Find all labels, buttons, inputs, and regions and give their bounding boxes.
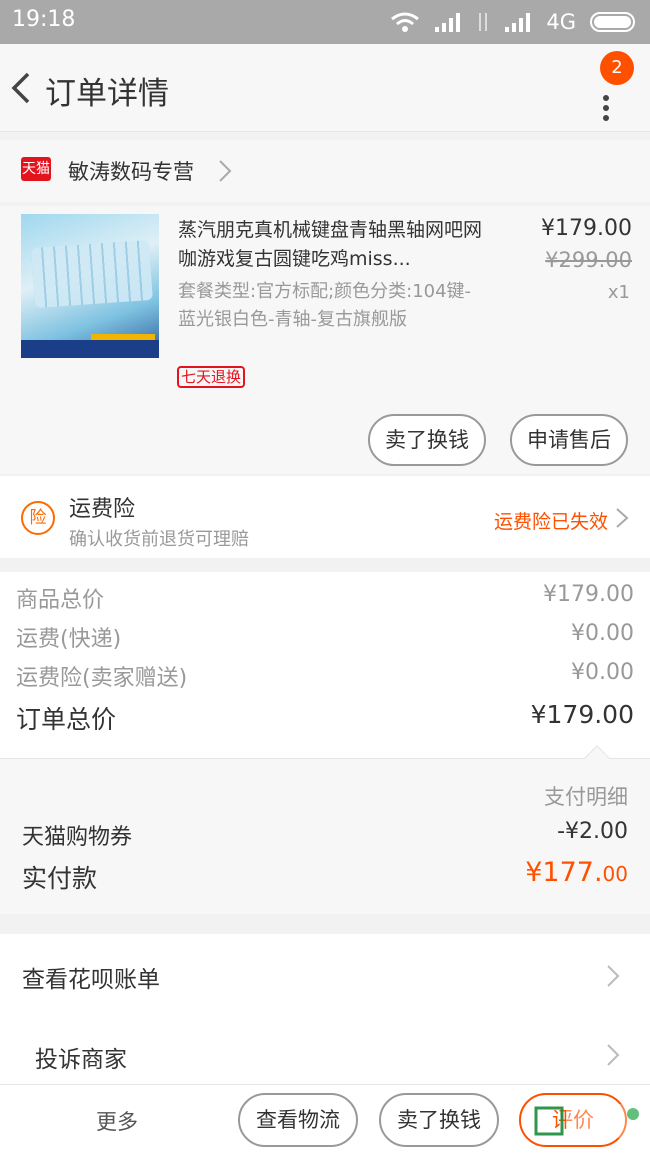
coupon-value: -¥2.00 bbox=[557, 819, 628, 844]
huabei-bill-link[interactable]: 查看花呗账单 bbox=[0, 934, 650, 1016]
product-title[interactable]: 蒸汽朋克真机械键盘青轴黑轴网吧网咖游戏复古圆键吃鸡miss... bbox=[178, 216, 486, 274]
signal-icon-2 bbox=[505, 13, 531, 32]
original-price: ¥299.00 bbox=[545, 248, 632, 272]
signal-icon bbox=[435, 13, 461, 32]
shipping-insurance-row[interactable]: 险 运费险 确认收货前退货可理赔 运费险已失效 bbox=[0, 476, 650, 558]
product-thumbnail[interactable] bbox=[21, 214, 159, 358]
price-row: 运费险(卖家赠送) ¥0.00 bbox=[16, 660, 634, 692]
order-total-row: 订单总价 ¥179.00 bbox=[16, 700, 634, 736]
more-actions-link[interactable]: 更多 bbox=[96, 1106, 138, 1136]
network-type: 4G bbox=[546, 10, 576, 34]
product-price: ¥179.00 bbox=[541, 216, 632, 241]
payment-details: 支付明细 天猫购物券 -¥2.00 实付款 ¥177.00 bbox=[0, 745, 650, 914]
sell-item-button[interactable]: 卖了换钱 bbox=[368, 414, 486, 466]
battery-icon bbox=[590, 12, 635, 32]
price-value: ¥0.00 bbox=[571, 621, 634, 646]
price-label: 商品总价 bbox=[16, 588, 105, 613]
order-item[interactable]: 蒸汽朋克真机械键盘青轴黑轴网吧网咖游戏复古圆键吃鸡miss... 套餐类型:官方… bbox=[0, 206, 650, 474]
coupon-label: 天猫购物券 bbox=[22, 825, 133, 850]
complain-seller-link[interactable]: 投诉商家 bbox=[0, 1016, 650, 1084]
price-value: ¥179.00 bbox=[543, 582, 634, 607]
store-name[interactable]: 敏涛数码专营 bbox=[68, 156, 194, 186]
price-value: ¥0.00 bbox=[571, 660, 634, 685]
tmall-logo-icon: 天猫 bbox=[21, 157, 51, 181]
nav-bar: 订单详情 bbox=[0, 44, 650, 132]
data-arrows-icon bbox=[479, 13, 488, 31]
insurance-status[interactable]: 运费险已失效 bbox=[494, 507, 608, 534]
paid-amount-main: ¥177. bbox=[525, 857, 603, 888]
product-quantity: x1 bbox=[607, 282, 630, 303]
seven-day-return-badge: 七天退换 bbox=[177, 366, 246, 388]
store-row[interactable]: 天猫 敏涛数码专营 bbox=[0, 140, 650, 202]
notification-badge: 2 bbox=[600, 51, 634, 85]
wifi-icon bbox=[391, 12, 420, 32]
after-sale-button[interactable]: 申请售后 bbox=[510, 414, 628, 466]
paid-amount-label: 实付款 bbox=[22, 864, 98, 893]
status-icons: 4G bbox=[390, 9, 638, 35]
chevron-right-icon bbox=[616, 508, 629, 528]
complain-seller-label: 投诉商家 bbox=[35, 1047, 127, 1073]
price-row: 商品总价 ¥179.00 bbox=[16, 582, 634, 614]
sell-button[interactable]: 卖了换钱 bbox=[379, 1093, 499, 1147]
price-label: 运费险(卖家赠送) bbox=[16, 666, 188, 691]
insurance-title: 运费险 bbox=[69, 497, 136, 522]
payment-detail-label: 支付明细 bbox=[544, 785, 628, 809]
paid-amount-cents: 00 bbox=[602, 862, 628, 886]
chevron-right-icon bbox=[219, 160, 232, 182]
insurance-subtitle: 确认收货前退货可理赔 bbox=[69, 529, 249, 550]
insurance-icon: 险 bbox=[21, 501, 55, 535]
huabei-bill-label: 查看花呗账单 bbox=[22, 967, 160, 993]
paid-amount-value: ¥177.00 bbox=[525, 857, 628, 888]
order-total-value: ¥179.00 bbox=[530, 700, 634, 729]
order-total-label: 订单总价 bbox=[16, 705, 117, 734]
page-title: 订单详情 bbox=[45, 76, 169, 112]
chevron-right-icon bbox=[607, 965, 620, 987]
chevron-right-icon bbox=[607, 1044, 620, 1066]
price-breakdown: 商品总价 ¥179.00 运费(快递) ¥0.00 运费险(卖家赠送) ¥0.0… bbox=[0, 572, 650, 758]
view-logistics-button[interactable]: 查看物流 bbox=[238, 1093, 358, 1147]
status-time: 19:18 bbox=[12, 7, 76, 32]
status-bar: 19:18 4G bbox=[0, 0, 650, 44]
price-row: 运费(快递) ¥0.00 bbox=[16, 621, 634, 653]
product-spec: 套餐类型:官方标配;颜色分类:104键-蓝光银白色-青轴-复古旗舰版 bbox=[178, 281, 472, 330]
watermark-logo bbox=[534, 1104, 646, 1138]
back-arrow-icon[interactable] bbox=[6, 64, 42, 112]
price-label: 运费(快递) bbox=[16, 627, 122, 652]
